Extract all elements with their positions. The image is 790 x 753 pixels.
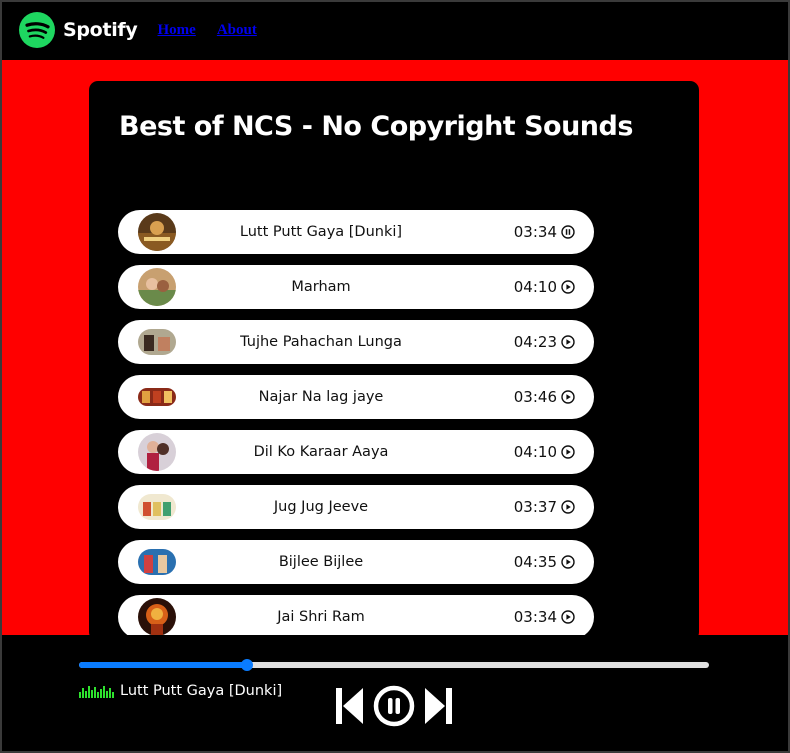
spotify-logo-icon xyxy=(19,12,55,48)
play-circle-icon[interactable] xyxy=(561,610,575,624)
song-name: Jug Jug Jeeve xyxy=(273,499,369,515)
song-item[interactable]: Tujhe Pahachan Lunga 04:23 xyxy=(118,320,594,364)
now-playing-title: Lutt Putt Gaya [Dunki] xyxy=(120,683,283,699)
song-duration: 04:23 xyxy=(513,333,557,351)
song-duration: 03:46 xyxy=(513,388,557,406)
brand-logo[interactable]: Spotify xyxy=(19,12,138,48)
song-cover xyxy=(138,494,176,520)
song-duration: 04:35 xyxy=(513,553,557,571)
play-circle-icon[interactable] xyxy=(561,335,575,349)
pause-circle-icon[interactable] xyxy=(561,225,575,239)
next-icon[interactable] xyxy=(424,686,452,726)
song-duration-wrap: 04:23 xyxy=(514,320,575,364)
play-circle-icon[interactable] xyxy=(561,280,575,294)
song-duration-wrap: 03:34 xyxy=(514,210,575,254)
song-duration-wrap: 03:34 xyxy=(514,595,575,639)
song-cover xyxy=(138,433,176,471)
play-circle-icon[interactable] xyxy=(561,390,575,404)
song-item[interactable]: Bijlee Bijlee 04:35 xyxy=(118,540,594,584)
song-duration-wrap: 03:37 xyxy=(514,485,575,529)
song-name: Bijlee Bijlee xyxy=(278,554,364,570)
pause-circle-icon[interactable] xyxy=(373,685,415,727)
song-duration-wrap: 04:10 xyxy=(514,265,575,309)
song-cover xyxy=(138,598,176,636)
navbar: Spotify Home About xyxy=(0,0,790,60)
now-playing: Lutt Putt Gaya [Dunki] xyxy=(79,683,282,699)
song-item[interactable]: Marham 04:10 xyxy=(118,265,594,309)
song-duration: 04:10 xyxy=(513,278,557,296)
song-cover xyxy=(138,213,176,251)
play-circle-icon[interactable] xyxy=(561,555,575,569)
song-duration-wrap: 04:35 xyxy=(514,540,575,584)
song-duration: 03:34 xyxy=(513,608,557,626)
song-duration-wrap: 03:46 xyxy=(514,375,575,419)
previous-icon[interactable] xyxy=(336,686,364,726)
song-item[interactable]: Jug Jug Jeeve 03:37 xyxy=(118,485,594,529)
nav-link-about[interactable]: About xyxy=(217,22,257,39)
song-name: Tujhe Pahachan Lunga xyxy=(240,334,402,350)
nav-link-home[interactable]: Home xyxy=(158,22,196,39)
song-duration: 04:10 xyxy=(513,443,557,461)
song-name: Najar Na lag jaye xyxy=(258,389,384,405)
song-name: Lutt Putt Gaya [Dunki] xyxy=(239,224,403,240)
player-controls xyxy=(336,685,452,727)
song-name: Jai Shri Ram xyxy=(277,609,365,625)
play-circle-icon[interactable] xyxy=(561,445,575,459)
song-duration-wrap: 04:10 xyxy=(514,430,575,474)
song-list: Lutt Putt Gaya [Dunki] 03:34 Marham 04:1… xyxy=(118,210,594,650)
song-cover xyxy=(138,549,176,575)
song-item[interactable]: Dil Ko Karaar Aaya 04:10 xyxy=(118,430,594,474)
equalizer-icon xyxy=(79,684,115,698)
brand-name: Spotify xyxy=(63,19,138,41)
playlist-container: Best of NCS - No Copyright Sounds Lutt P… xyxy=(89,81,699,641)
progress-fill xyxy=(79,662,247,668)
song-duration: 03:34 xyxy=(513,223,557,241)
playlist-title: Best of NCS - No Copyright Sounds xyxy=(119,111,633,142)
song-name: Dil Ko Karaar Aaya xyxy=(253,444,389,460)
song-duration: 03:37 xyxy=(513,498,557,516)
song-item[interactable]: Lutt Putt Gaya [Dunki] 03:34 xyxy=(118,210,594,254)
play-circle-icon[interactable] xyxy=(561,500,575,514)
song-cover xyxy=(138,388,176,406)
song-name: Marham xyxy=(291,279,351,295)
progress-knob[interactable] xyxy=(240,659,253,671)
song-item[interactable]: Jai Shri Ram 03:34 xyxy=(118,595,594,639)
song-cover xyxy=(138,268,176,306)
song-item[interactable]: Najar Na lag jaye 03:46 xyxy=(118,375,594,419)
player-bar: Lutt Putt Gaya [Dunki] xyxy=(0,635,790,753)
song-cover xyxy=(138,329,176,355)
progress-bar[interactable] xyxy=(79,659,709,671)
